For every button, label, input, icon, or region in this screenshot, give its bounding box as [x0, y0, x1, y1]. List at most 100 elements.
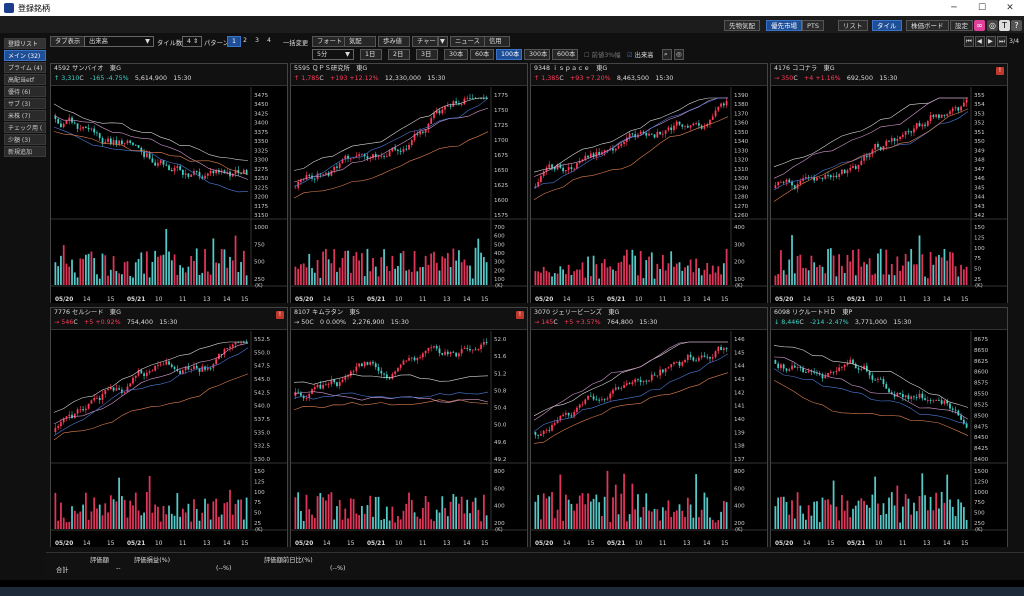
candle	[96, 397, 98, 399]
quote-button[interactable]: 気配	[344, 36, 376, 47]
sidebar-item[interactable]: メイン (32)	[4, 50, 46, 61]
stock-tile[interactable]: 8107 キムラタン 東S → 50C 0 0.00% 2,276,900 15:…	[290, 307, 528, 547]
settings-button[interactable]: 設定	[950, 20, 973, 31]
volume-bar	[598, 278, 601, 285]
text-icon[interactable]: T	[999, 20, 1010, 31]
candle	[361, 153, 363, 155]
prev-3pct-check[interactable]: ☐ 前値3%幅	[584, 50, 621, 59]
minimize-icon[interactable]: ─	[940, 0, 968, 16]
prev-page-icon[interactable]: ◀	[975, 36, 985, 47]
sidebar-item[interactable]: 少額 (3)	[4, 134, 46, 145]
fort-button[interactable]: フォート	[312, 36, 348, 47]
stock-tile[interactable]: 9348 ｉｓｐａｃｅ 東G ↑ 1,385C +93 +7.20% 8,463,…	[530, 63, 768, 303]
y-tick-label: 3175	[254, 204, 269, 210]
close-icon[interactable]: ✕	[996, 0, 1024, 16]
tile-view-button[interactable]: タイル	[872, 20, 902, 31]
first-page-icon[interactable]: ⏮	[964, 36, 974, 47]
volume-bar	[427, 264, 430, 285]
pattern-4-button[interactable]: 4	[263, 36, 275, 47]
add-list-button[interactable]: 新規追加	[4, 146, 46, 157]
span-60-button[interactable]: 60本	[470, 49, 494, 60]
span-300-button[interactable]: 300本	[524, 49, 550, 60]
price-chart[interactable]: 552.5 550.0 547.5 545.0 542.5 540.0 537.5 535.0…	[51, 331, 287, 547]
candle	[874, 379, 877, 381]
volume-check[interactable]: ☑ 出来高	[627, 50, 654, 59]
sidebar-item[interactable]: 優待 (6)	[4, 86, 46, 97]
candle	[545, 430, 548, 432]
candle	[349, 158, 352, 160]
chart-button[interactable]: チャート	[412, 36, 442, 47]
candle	[358, 154, 361, 156]
margin-button[interactable]: 信用	[484, 36, 510, 47]
y-tick-label: 1270	[734, 204, 749, 210]
price-chart[interactable]: 1390138013701360135013401330132013101300…	[531, 87, 767, 303]
stock-tile[interactable]: 4592 サンバイオ 東G ↑ 3,310C -165 -4.75% 5,614,…	[50, 63, 288, 303]
pattern-2-button[interactable]: 2	[239, 36, 251, 47]
candle	[319, 384, 322, 389]
tile-count-stepper[interactable]: 4 ⇕	[182, 36, 202, 47]
span-600-button[interactable]: 600本	[552, 49, 578, 60]
y-tick-label: 8600	[974, 370, 989, 376]
tick-button[interactable]: 歩み値	[378, 36, 410, 47]
sidebar-item[interactable]: チェック用 (	[4, 122, 46, 133]
sidebar-item[interactable]: 米株 (7)	[4, 110, 46, 121]
price-chart[interactable]: 355 354 353 352 351 350 349 348 347 346 345 344 343 3…	[771, 87, 1007, 303]
candle	[601, 399, 603, 401]
volume-bar	[480, 521, 482, 529]
portfolio-summary: 合計 評価額 評価損益(%) 評価額前日比(%) -- (--%) (--%)	[46, 552, 1024, 580]
sidebar-item[interactable]: 高配当etf	[4, 74, 46, 85]
list-view-button[interactable]: リスト	[838, 20, 868, 31]
volume-bar	[598, 502, 601, 529]
candle	[394, 371, 397, 375]
zoom-icon[interactable]: ⌕	[662, 49, 672, 60]
x-tick-label: 15	[481, 297, 489, 303]
sort-select[interactable]: 出来高 ▼	[84, 36, 154, 47]
price-chart[interactable]: 1461451441431421411401391381378006004002…	[531, 331, 767, 547]
span-1d-button[interactable]: 1日	[360, 49, 382, 60]
y-tick-label: 343	[974, 204, 985, 210]
warning-icon[interactable]: !	[996, 67, 1004, 75]
stock-tile[interactable]: 3070 ジェリービーンズ 東G → 145C +5 +3.57% 764,800…	[530, 307, 768, 547]
pattern-3-button[interactable]: 3	[251, 36, 263, 47]
sidebar-header[interactable]: 登録リスト	[4, 38, 46, 49]
help-icon[interactable]: ◎	[987, 20, 998, 31]
candle	[631, 382, 634, 384]
maximize-icon[interactable]: ☐	[968, 0, 996, 16]
warning-icon[interactable]: !	[276, 311, 284, 319]
candle	[98, 397, 101, 401]
stock-tile[interactable]: 7776 セルシード 東G → 546C +5 +0.92% 754,400 15…	[50, 307, 288, 547]
volume-bar	[145, 251, 148, 285]
link-icon[interactable]: ∞	[974, 20, 985, 31]
volume-bar	[480, 252, 482, 285]
last-page-icon[interactable]: ⏭	[997, 36, 1007, 47]
interval-select[interactable]: 5分 ▼	[312, 49, 354, 60]
sidebar-item[interactable]: プライム (4)	[4, 62, 46, 73]
stock-board-button[interactable]: 株価ボード	[906, 20, 949, 31]
pts-button[interactable]: PTS	[802, 20, 825, 31]
reset-icon[interactable]: ◎	[674, 49, 684, 60]
futures-quote-button[interactable]: 先物気配	[724, 20, 760, 31]
info-icon[interactable]: ?	[1011, 20, 1022, 31]
price-chart[interactable]: 52.0 51.6 51.2 50.8 50.4 50.0 49.6 49.2 800 600 40…	[291, 331, 527, 547]
stock-tile[interactable]: 5595 ＱＰＳ研究所 東G ↑ 1,785C +193 +12.12% 12,3…	[290, 63, 528, 303]
price-chart[interactable]: 3475 3450 3425 3400 3375 3350 3325 3300 3275 3250…	[51, 87, 287, 303]
stock-tile[interactable]: 6098 リクルートＨＤ 東P ↓ 8,446C -214 -2.47% 3,77…	[770, 307, 1008, 547]
news-button[interactable]: ニュース	[450, 36, 485, 47]
span-3d-button[interactable]: 3日	[416, 49, 438, 60]
span-2d-button[interactable]: 2日	[388, 49, 410, 60]
next-page-icon[interactable]: ▶	[986, 36, 996, 47]
candle	[625, 383, 628, 386]
priority-market-button[interactable]: 優先市場	[766, 20, 802, 31]
sidebar-item[interactable]: サブ (3)	[4, 98, 46, 109]
price-chart[interactable]: 8675 8650 8625 8600 8575 8550 8525 8500 8475 8450…	[771, 331, 1007, 547]
warning-icon[interactable]: !	[516, 311, 524, 319]
span-30-button[interactable]: 30本	[444, 49, 468, 60]
price-chart[interactable]: 1775 1750 1725 1700 1675 1650 1625 1600 1575 700 6…	[291, 87, 527, 303]
tab-display-button[interactable]: タブ表示	[50, 36, 86, 47]
chart-dropdown-icon[interactable]: ▼	[438, 36, 448, 47]
stock-tile[interactable]: 4176 ココナラ 東G → 350C +4 +1.16% 692,500 15:…	[770, 63, 1008, 303]
candle	[143, 151, 145, 157]
price-change: -165 -4.75%	[90, 75, 129, 82]
span-100-button[interactable]: 100本	[496, 49, 522, 60]
volume-bar	[578, 495, 581, 529]
